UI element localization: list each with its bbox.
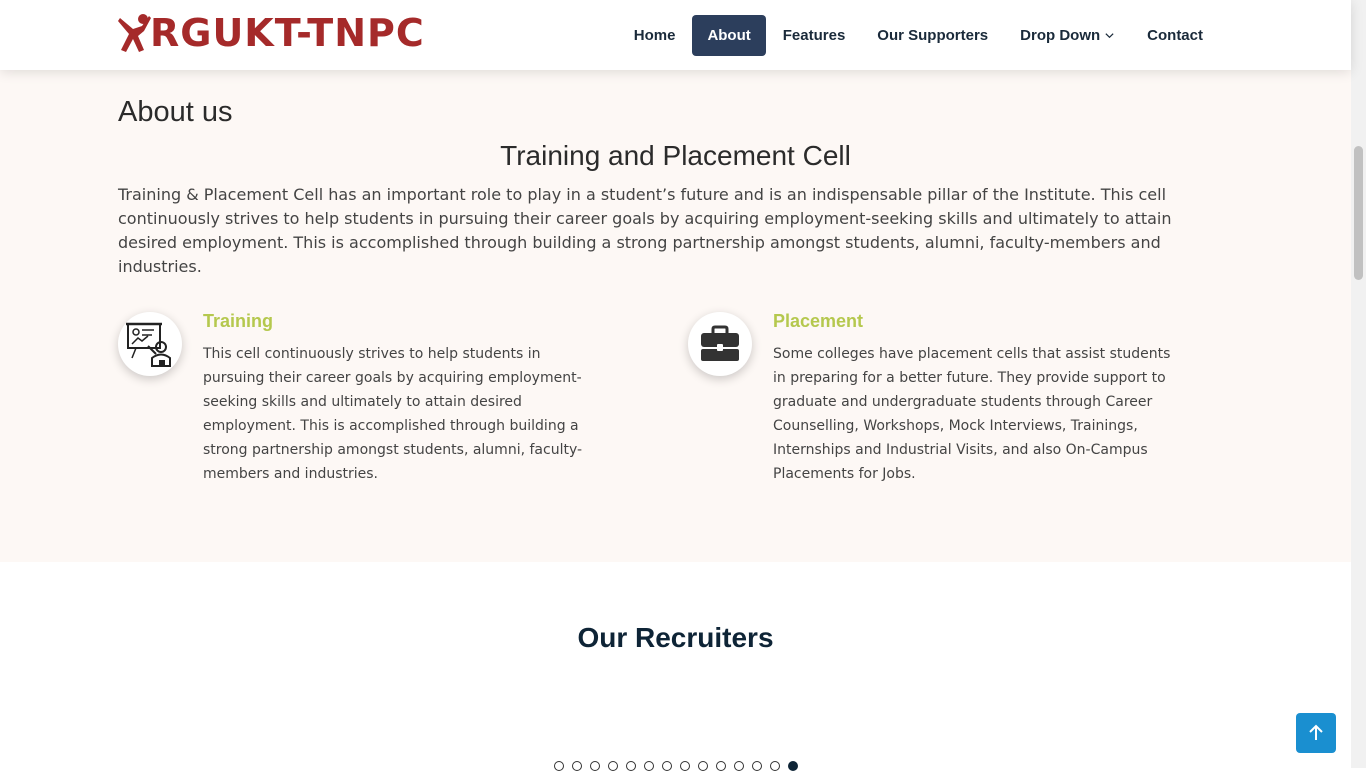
site-header: RGUKT-TNPC Home About Features Our Suppo… xyxy=(0,0,1351,70)
nav-about-label: About xyxy=(707,27,751,44)
nav-features-label: Features xyxy=(782,27,846,44)
brand-name: RGUKT-TNPC xyxy=(150,11,425,55)
nav-home[interactable]: Home xyxy=(619,15,691,56)
scrollbar-thumb[interactable] xyxy=(1354,146,1363,280)
nav-our-supporters-label: Our Supporters xyxy=(877,27,989,44)
carousel-dot[interactable] xyxy=(698,761,708,771)
nav-home-label: Home xyxy=(633,27,676,44)
logo-figure-icon xyxy=(118,14,151,52)
carousel-dot[interactable] xyxy=(554,761,564,771)
about-section: About us Training and Placement Cell Tra… xyxy=(0,70,1351,562)
placement-icon-circle xyxy=(688,312,752,376)
nav-drop-down-label: Drop Down xyxy=(1020,27,1101,44)
carousel-pagination xyxy=(554,761,798,771)
carousel-dot[interactable] xyxy=(644,761,654,771)
training-icon-circle xyxy=(118,312,182,376)
placement-text: Some colleges have placement cells that … xyxy=(773,346,1171,482)
carousel-dot[interactable] xyxy=(662,761,672,771)
carousel-dot[interactable] xyxy=(734,761,744,771)
nav-contact-label: Contact xyxy=(1147,27,1203,44)
carousel-dot[interactable] xyxy=(608,761,618,771)
briefcase-icon xyxy=(701,325,739,361)
training-title[interactable]: Training xyxy=(203,311,273,332)
placement-title[interactable]: Placement xyxy=(773,311,863,332)
about-title: About us xyxy=(118,96,233,128)
carousel-dot[interactable] xyxy=(680,761,690,771)
chevron-down-icon xyxy=(1105,33,1114,39)
carousel-dot[interactable] xyxy=(752,761,762,771)
site-logo[interactable]: RGUKT-TNPC xyxy=(118,10,425,56)
recruiters-title: Our Recruiters xyxy=(577,622,774,653)
arrow-up-icon xyxy=(1309,724,1323,740)
about-description: Training & Placement Cell has an importa… xyxy=(118,185,1172,276)
main-nav: Home About Features Our Supporters Drop … xyxy=(617,15,1218,56)
carousel-dot[interactable] xyxy=(626,761,636,771)
cell-title: Training and Placement Cell xyxy=(500,140,851,171)
nav-about[interactable]: About xyxy=(692,15,766,56)
back-to-top-button[interactable] xyxy=(1296,713,1336,753)
nav-our-supporters[interactable]: Our Supporters xyxy=(862,15,1003,56)
carousel-dot[interactable] xyxy=(788,761,798,771)
training-text: This cell continuously strives to help s… xyxy=(203,346,583,482)
carousel-dot[interactable] xyxy=(716,761,726,771)
nav-features[interactable]: Features xyxy=(768,15,861,56)
nav-drop-down[interactable]: Drop Down xyxy=(1005,15,1130,56)
page-scrollbar[interactable] xyxy=(1351,0,1366,768)
carousel-dot[interactable] xyxy=(770,761,780,771)
training-presentation-icon xyxy=(126,322,171,367)
nav-contact[interactable]: Contact xyxy=(1132,15,1218,56)
carousel-dot[interactable] xyxy=(590,761,600,771)
carousel-dot[interactable] xyxy=(572,761,582,771)
